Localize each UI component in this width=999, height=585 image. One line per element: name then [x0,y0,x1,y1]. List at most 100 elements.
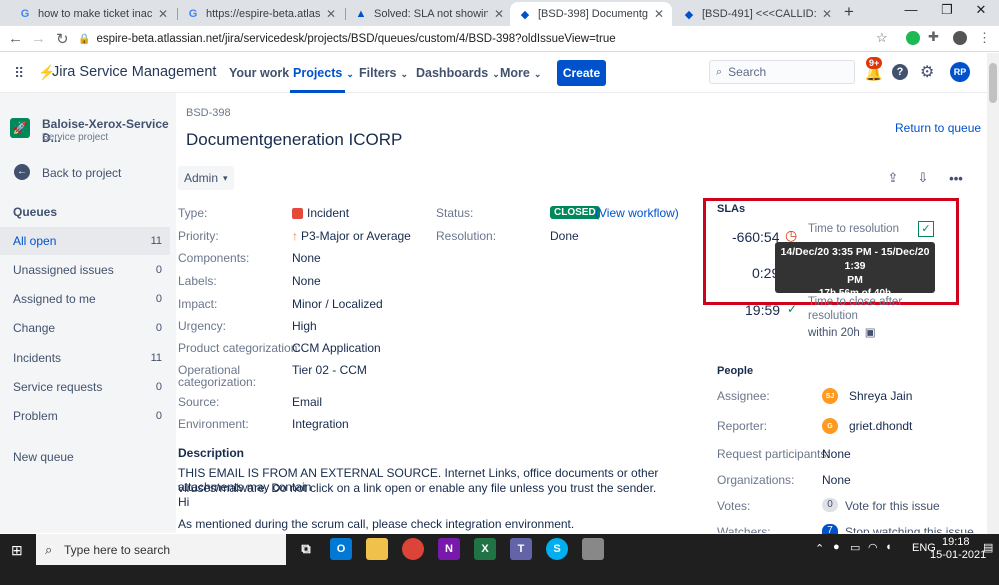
return-to-queue-link[interactable]: Return to queue [895,121,981,135]
participants-label: Request participants: [717,447,830,461]
nav-more[interactable]: More ⌄ [500,66,541,80]
search-input[interactable]: ⌕ Search [709,60,855,84]
queue-all-open[interactable]: All open 11 [0,227,170,255]
app-name[interactable]: Jira Service Management [52,64,216,80]
battery-icon[interactable]: ▭ [850,541,860,554]
more-actions-icon[interactable]: ••• [945,167,967,189]
back-to-project-link[interactable]: Back to project [42,166,121,180]
microphone-icon[interactable]: ● [833,541,840,553]
queue-change[interactable]: Change 0 [0,314,170,342]
profile-avatar[interactable] [953,31,967,45]
forward-arrow-icon[interactable]: → [31,30,46,47]
new-tab-button[interactable]: + [844,2,854,22]
admin-dropdown[interactable]: Admin ▾ [178,166,234,190]
queue-problem[interactable]: Problem 0 [0,402,170,430]
close-icon[interactable]: ✕ [494,7,504,21]
impact-label: Impact: [178,297,218,311]
app-switcher-icon[interactable]: ⠿ [14,65,24,82]
notification-center-icon[interactable]: ▤ [983,541,993,554]
jira-icon: ◆ [684,8,694,21]
snipping-tool-icon[interactable] [582,538,604,560]
reporter-name[interactable]: griet.dhondt [849,419,912,433]
incident-icon [292,207,303,219]
assignee-name[interactable]: Shreya Jain [849,389,912,403]
tooltip-line: 14/Dec/20 3:35 PM - 15/Dec/20 1:39 [780,246,930,272]
queue-service-requests[interactable]: Service requests 0 [0,373,170,401]
minimize-icon[interactable]: — [896,2,926,17]
close-icon[interactable]: ✕ [822,7,832,21]
onenote-icon[interactable]: N [438,538,460,560]
excel-icon[interactable]: X [474,538,496,560]
queue-incidents[interactable]: Incidents 11 [0,344,170,372]
close-icon[interactable]: ✕ [326,7,336,21]
clock-time[interactable]: 19:18 [942,536,970,548]
browser-tab[interactable]: ◆ [BSD-491] <<<CALLID:149539 ✕ [674,2,840,26]
priority-text: P3-Major or Average [301,229,411,243]
outlook-icon[interactable]: O [330,538,352,560]
description-line: viruses/malware. Do not click on a link … [178,481,657,495]
skype-icon[interactable]: S [546,538,568,560]
windows-start-icon[interactable]: ⊞ [11,542,23,559]
puzzle-icon[interactable]: ✚ [928,29,939,45]
extension-icon[interactable] [906,31,920,45]
star-icon[interactable]: ☆ [876,30,888,46]
people-heading: People [717,365,754,377]
taskbar-search[interactable]: ⌕ Type here to search [36,534,286,565]
chrome-icon[interactable] [402,538,424,560]
export-icon[interactable]: ⇩ [912,167,934,189]
scrollbar-thumb[interactable] [989,63,997,103]
back-arrow-icon[interactable]: ← [8,30,23,47]
project-sidebar: 🚀 Baloise-Xerox-Service D... Service pro… [0,93,176,533]
close-icon[interactable]: ✕ [158,7,168,21]
close-icon[interactable]: ✕ [654,7,664,21]
nav-filters[interactable]: Filters ⌄ [359,66,408,80]
queue-label: Assigned to me [13,292,96,306]
product-cat-label: Product categorization: [178,341,301,355]
gear-icon[interactable]: ⚙ [920,62,934,82]
new-queue-link[interactable]: New queue [13,450,74,464]
chevron-up-icon[interactable]: ⌃ [815,542,824,555]
nav-your-work[interactable]: Your work [229,66,289,80]
address-bar[interactable]: 🔒 espire-beta.atlassian.net/jira/service… [78,28,868,50]
view-workflow-link[interactable]: (View workflow) [595,206,679,220]
chevron-down-icon: ⌄ [533,69,542,79]
kebab-menu-icon[interactable]: ⋮ [978,30,991,46]
nav-projects[interactable]: Projects ⌄ [293,66,354,80]
issue-key[interactable]: BSD-398 [186,107,231,119]
windows-taskbar: ⊞ ⌕ Type here to search ⧉ O N X T S ⌃ ● … [0,534,999,585]
watchers-label: Watchers: [717,525,771,533]
create-button[interactable]: Create [557,60,606,86]
help-icon[interactable]: ? [892,64,908,80]
task-view-icon[interactable]: ⧉ [295,538,317,560]
reload-icon[interactable]: ↻ [56,30,69,48]
vote-link[interactable]: Vote for this issue [845,499,940,513]
organizations-label: Organizations: [717,473,795,487]
browser-tab[interactable]: G how to make ticket inactive in j ✕ [10,2,176,26]
queues-heading: Queues [13,205,58,219]
back-arrow-icon[interactable]: ← [14,164,30,180]
description-line: Hi [178,495,190,509]
browser-tab-active[interactable]: ◆ [BSD-398] Documentgeneratio ✕ [510,2,672,26]
browser-tab[interactable]: G https://espire-beta.atlassian.ne ✕ [178,2,344,26]
queue-assigned-to-me[interactable]: Assigned to me 0 [0,285,170,313]
wifi-icon[interactable]: ◠ [868,541,878,554]
page-scrollbar[interactable] [987,53,999,534]
search-icon: ⌕ [45,541,53,557]
tooltip-line: PM [847,274,863,286]
nav-dashboards[interactable]: Dashboards ⌄ [416,66,500,80]
folder-icon[interactable] [366,538,388,560]
clock-date[interactable]: 15-01-2021 [930,549,986,561]
operational-cat-value: Tier 02 - CCM [292,363,367,377]
queue-unassigned[interactable]: Unassigned issues 0 [0,256,170,284]
avatar[interactable]: RP [950,62,970,82]
stop-watching-link[interactable]: Stop watching this issue [845,525,974,533]
search-icon: ⌕ [716,65,723,78]
chevron-down-icon: ⌄ [346,69,354,79]
volume-icon[interactable]: ◖ [885,541,892,553]
teams-icon[interactable]: T [510,538,532,560]
window-close-icon[interactable]: ✕ [966,2,996,18]
share-icon[interactable]: ⇪ [882,167,904,189]
browser-tab[interactable]: ▲ Solved: SLA not showing in Se ✕ [346,2,512,26]
restore-icon[interactable]: ❐ [932,2,962,18]
queue-label: Unassigned issues [13,263,114,277]
